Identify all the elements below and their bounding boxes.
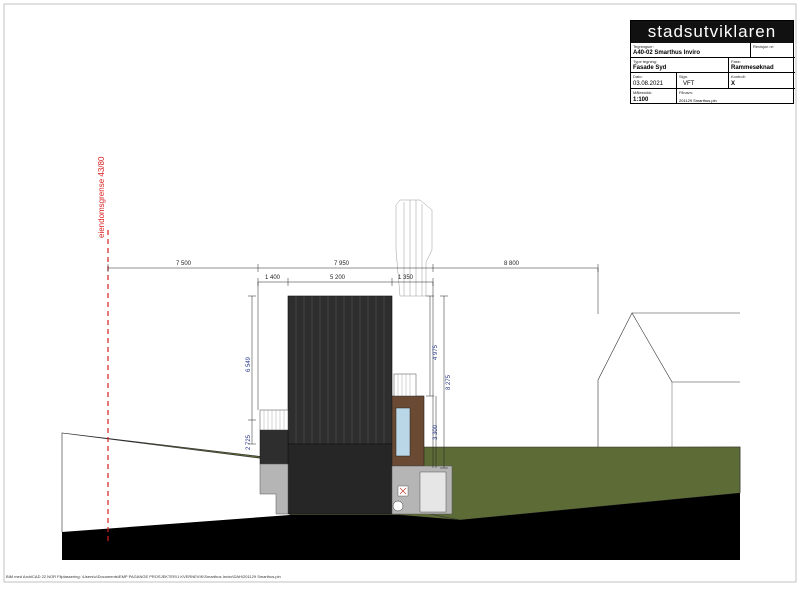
annex-window [395,407,411,457]
tegningsnr-label: Tegningsnr: [633,44,654,49]
malestokk-label: Målestokk: [633,90,653,95]
dim-sub-left: 1 400 [265,275,281,281]
dim-height-annex: 3 300 [433,424,439,440]
neighbour-house [597,312,740,447]
tegningsnr-value: A40-02 Smarthus Inviro [633,50,701,56]
sign-value: VFT [683,81,695,87]
tb-tegningsnr: Tegningsnr: A40-02 Smarthus Inviro [631,43,751,58]
drawing-sheet: eiendomsgrense 43/80 7 500 7 950 8 800 1… [0,0,800,600]
dim-top-middle: 7 950 [334,261,350,267]
house-lower-volume [287,443,393,515]
dato-label: Dato: [633,74,643,79]
dim-height-tower: 4 975 [433,344,439,360]
type-label: Type tegning: [633,59,658,64]
tree-outline [395,199,433,297]
dim-top-right: 8 800 [504,261,520,267]
fase-label: Fase: [731,59,742,64]
revisjon-label: Revisjon nr: [753,44,775,49]
title-block: stadsutviklaren Tegningsnr: A40-02 Smart… [630,20,795,104]
tb-fase: Fase: Rammesøknad [729,58,795,73]
fase-value: Rammesøknad [731,65,774,71]
dato-value: 03.08.2021 [633,81,664,87]
dim-top-left: 7 500 [176,261,192,267]
property-line-label: eiendomsgrense 43/80 [97,156,106,238]
garage-door [419,471,447,513]
left-plinth [259,463,289,515]
malestokk-value: 1:100 [633,97,649,103]
left-annex [259,429,289,465]
company-logo: stadsutviklaren [631,21,793,43]
dim-sub-right: 1 350 [398,275,414,281]
tb-revisjon: Revisjon nr: [751,43,795,58]
kontroll-value: X [731,81,736,87]
sign-label: Sign. [679,74,689,79]
kontroll-label: Kontroll: [731,74,746,79]
file-path-footer: BIM med ArchiCAD 22 NOR Filplassering: \… [6,574,281,579]
left-railing [259,409,289,431]
tb-malestokk: Målestokk: 1:100 [631,89,677,104]
tb-filnavn: Filnavn: 201129 Smarthus.pln [677,89,795,104]
dim-height-main: 6 549 [246,356,252,372]
filnavn-label: Filnavn: [679,90,694,95]
dim-height-total: 8 275 [446,374,452,390]
tb-kontroll: Kontroll: X [729,73,795,89]
tb-type: Type tegning: Fasade Syd [631,58,729,73]
dim-height-lower: 2 725 [246,434,252,450]
tb-dato: Dato: 03.08.2021 [631,73,677,89]
dim-sub-middle: 5 200 [330,275,346,281]
car-wheel [392,500,404,512]
house-main-volume [287,295,393,445]
tb-sign: Sign. VFT [677,73,729,89]
filnavn-value: 201129 Smarthus.pln [679,98,717,103]
type-value: Fasade Syd [633,65,667,71]
top-railing [393,373,417,397]
